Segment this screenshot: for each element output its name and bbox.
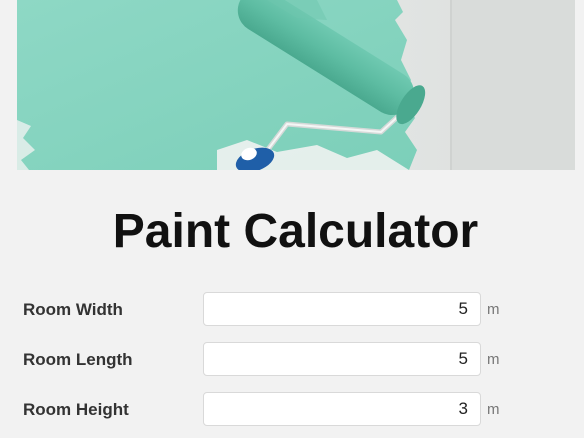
room-height-input[interactable] [203, 392, 481, 426]
room-length-row: Room Length m [0, 342, 584, 378]
room-width-unit: m [487, 301, 500, 318]
room-height-row: Room Height m [0, 392, 584, 428]
paint-roller-image [17, 0, 575, 170]
room-width-input[interactable] [203, 292, 481, 326]
room-height-label: Room Height [23, 400, 129, 419]
room-width-row: Room Width m [0, 292, 584, 328]
room-width-label: Room Width [23, 300, 123, 319]
hero-image [17, 0, 575, 170]
room-length-input[interactable] [203, 342, 481, 376]
room-height-unit: m [487, 401, 500, 418]
room-length-label: Room Length [23, 350, 133, 369]
page-title: Paint Calculator [112, 205, 479, 258]
room-length-unit: m [487, 351, 500, 368]
